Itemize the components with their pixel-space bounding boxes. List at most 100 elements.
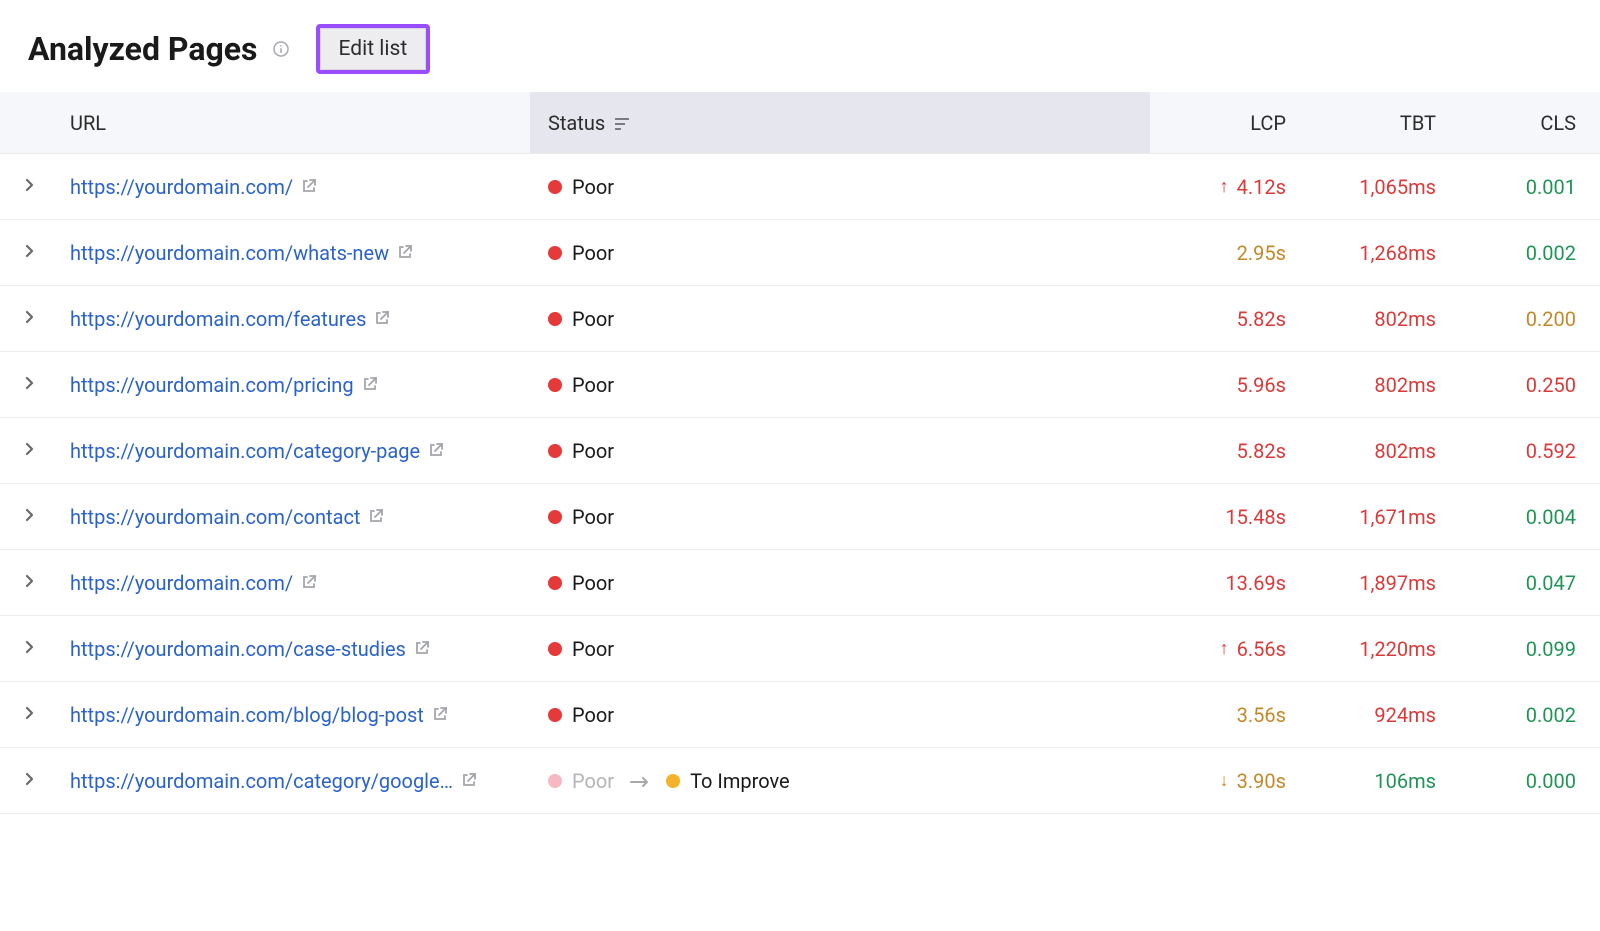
lcp-value: 4.12s: [1237, 175, 1286, 199]
url-link[interactable]: https://yourdomain.com/case-studies: [70, 637, 406, 661]
external-link-icon[interactable]: [301, 178, 317, 194]
table-row: https://yourdomain.com/pricingPoor5.96s8…: [0, 352, 1600, 418]
url-link[interactable]: https://yourdomain.com/blog/blog-post: [70, 703, 424, 727]
lcp-value: 5.96s: [1237, 373, 1286, 397]
expand-chevron-icon[interactable]: [25, 705, 35, 724]
status-cell: Poor: [530, 505, 1150, 529]
cls-value: 0.592: [1526, 439, 1576, 463]
expand-chevron-icon[interactable]: [25, 375, 35, 394]
col-url-header[interactable]: URL: [60, 111, 530, 135]
table-row: https://yourdomain.com/contact Poor 15.48s…: [0, 484, 1600, 550]
status-label: Poor: [572, 505, 614, 529]
info-icon[interactable]: [272, 40, 290, 58]
cls-cell: 0.200: [1450, 307, 1600, 331]
col-status-header[interactable]: Status: [530, 92, 1150, 153]
expand-chevron-icon[interactable]: [25, 309, 35, 328]
status-cell: Poor To Improve: [530, 769, 1150, 793]
url-link[interactable]: https://yourdomain.com/: [70, 571, 293, 595]
lcp-value: 5.82s: [1237, 307, 1286, 331]
external-link-icon[interactable]: [362, 376, 378, 392]
url-cell: https://yourdomain.com/: [60, 571, 530, 595]
table-row: https://yourdomain.com/blog/blog-postPoo…: [0, 682, 1600, 748]
lcp-value: 13.69s: [1225, 571, 1286, 595]
status-cell: Poor: [530, 637, 1150, 661]
url-link[interactable]: https://yourdomain.com/whats-new: [70, 241, 389, 265]
external-link-icon[interactable]: [461, 772, 477, 788]
table-row: https://yourdomain.com/Poor13.69s1,897ms…: [0, 550, 1600, 616]
lcp-cell: ↓3.90s: [1150, 769, 1300, 793]
status-dot-icon: [548, 312, 562, 326]
expand-chevron-icon[interactable]: [25, 441, 35, 460]
tbt-cell: 1,897ms: [1300, 571, 1450, 595]
external-link-icon[interactable]: [397, 244, 413, 260]
tbt-cell: 106ms: [1300, 769, 1450, 793]
lcp-cell: 5.82s: [1150, 307, 1300, 331]
url-cell: https://yourdomain.com/contact: [60, 505, 530, 529]
external-link-icon[interactable]: [432, 706, 448, 722]
col-tbt-header[interactable]: TBT: [1300, 111, 1450, 135]
lcp-cell: 13.69s: [1150, 571, 1300, 595]
tbt-value: 1,671ms: [1359, 505, 1436, 529]
url-link[interactable]: https://yourdomain.com/pricing: [70, 373, 354, 397]
url-link[interactable]: https://yourdomain.com/category-page: [70, 439, 420, 463]
url-link[interactable]: https://yourdomain.com/category/google…: [70, 769, 453, 793]
status-dot-icon: [666, 774, 680, 788]
status-label: Poor: [572, 637, 614, 661]
url-cell: https://yourdomain.com/: [60, 175, 530, 199]
trend-up-icon: ↑: [1220, 176, 1229, 197]
status-change-label: To Improve: [690, 769, 790, 793]
expand-chevron-icon[interactable]: [25, 177, 35, 196]
col-lcp-header[interactable]: LCP: [1150, 111, 1300, 135]
status-dot-icon: [548, 774, 562, 788]
expand-chevron-icon[interactable]: [25, 639, 35, 658]
status-cell: Poor: [530, 241, 1150, 265]
table-row: https://yourdomain.com/case-studies Poor ↑…: [0, 616, 1600, 682]
lcp-value: 5.82s: [1237, 439, 1286, 463]
tbt-cell: 802ms: [1300, 307, 1450, 331]
url-link[interactable]: https://yourdomain.com/contact: [70, 505, 360, 529]
external-link-icon[interactable]: [368, 508, 384, 524]
url-cell: https://yourdomain.com/case-studies: [60, 637, 530, 661]
external-link-icon[interactable]: [428, 442, 444, 458]
status-dot-icon: [548, 378, 562, 392]
external-link-icon[interactable]: [301, 574, 317, 590]
status-dot-icon: [548, 180, 562, 194]
status-dot-icon: [548, 444, 562, 458]
expand-chevron-icon[interactable]: [25, 771, 35, 790]
external-link-icon[interactable]: [414, 640, 430, 656]
url-cell: https://yourdomain.com/features: [60, 307, 530, 331]
lcp-value: 15.48s: [1225, 505, 1286, 529]
expand-chevron-icon[interactable]: [25, 243, 35, 262]
status-label: Poor: [572, 439, 614, 463]
edit-list-button[interactable]: Edit list: [320, 28, 427, 70]
expand-chevron-icon[interactable]: [25, 573, 35, 592]
lcp-value: 3.90s: [1237, 769, 1286, 793]
trend-up-icon: ↑: [1220, 638, 1229, 659]
external-link-icon[interactable]: [374, 310, 390, 326]
cls-cell: 0.250: [1450, 373, 1600, 397]
tbt-cell: 802ms: [1300, 439, 1450, 463]
status-cell: Poor: [530, 373, 1150, 397]
sort-icon: [615, 111, 631, 135]
url-cell: https://yourdomain.com/blog/blog-post: [60, 703, 530, 727]
url-link[interactable]: https://yourdomain.com/: [70, 175, 293, 199]
tbt-value: 802ms: [1374, 439, 1436, 463]
page-title: Analyzed Pages: [28, 30, 258, 68]
cls-cell: 0.002: [1450, 241, 1600, 265]
status-cell: Poor: [530, 439, 1150, 463]
url-link[interactable]: https://yourdomain.com/features: [70, 307, 366, 331]
status-cell: Poor: [530, 175, 1150, 199]
table-row: https://yourdomain.com/Poor ↑ 4.12s 1,065ms…: [0, 154, 1600, 220]
tbt-value: 1,065ms: [1359, 175, 1436, 199]
status-dot-icon: [548, 708, 562, 722]
lcp-value: 3.56s: [1237, 703, 1286, 727]
cls-cell: 0.002: [1450, 703, 1600, 727]
tbt-value: 1,268ms: [1359, 241, 1436, 265]
cls-value: 0.200: [1526, 307, 1576, 331]
cls-value: 0.099: [1526, 637, 1576, 661]
status-label: Poor: [572, 769, 614, 793]
col-cls-header[interactable]: CLS: [1450, 111, 1600, 135]
cls-value: 0.002: [1526, 703, 1576, 727]
expand-chevron-icon[interactable]: [25, 507, 35, 526]
url-cell: https://yourdomain.com/pricing: [60, 373, 530, 397]
